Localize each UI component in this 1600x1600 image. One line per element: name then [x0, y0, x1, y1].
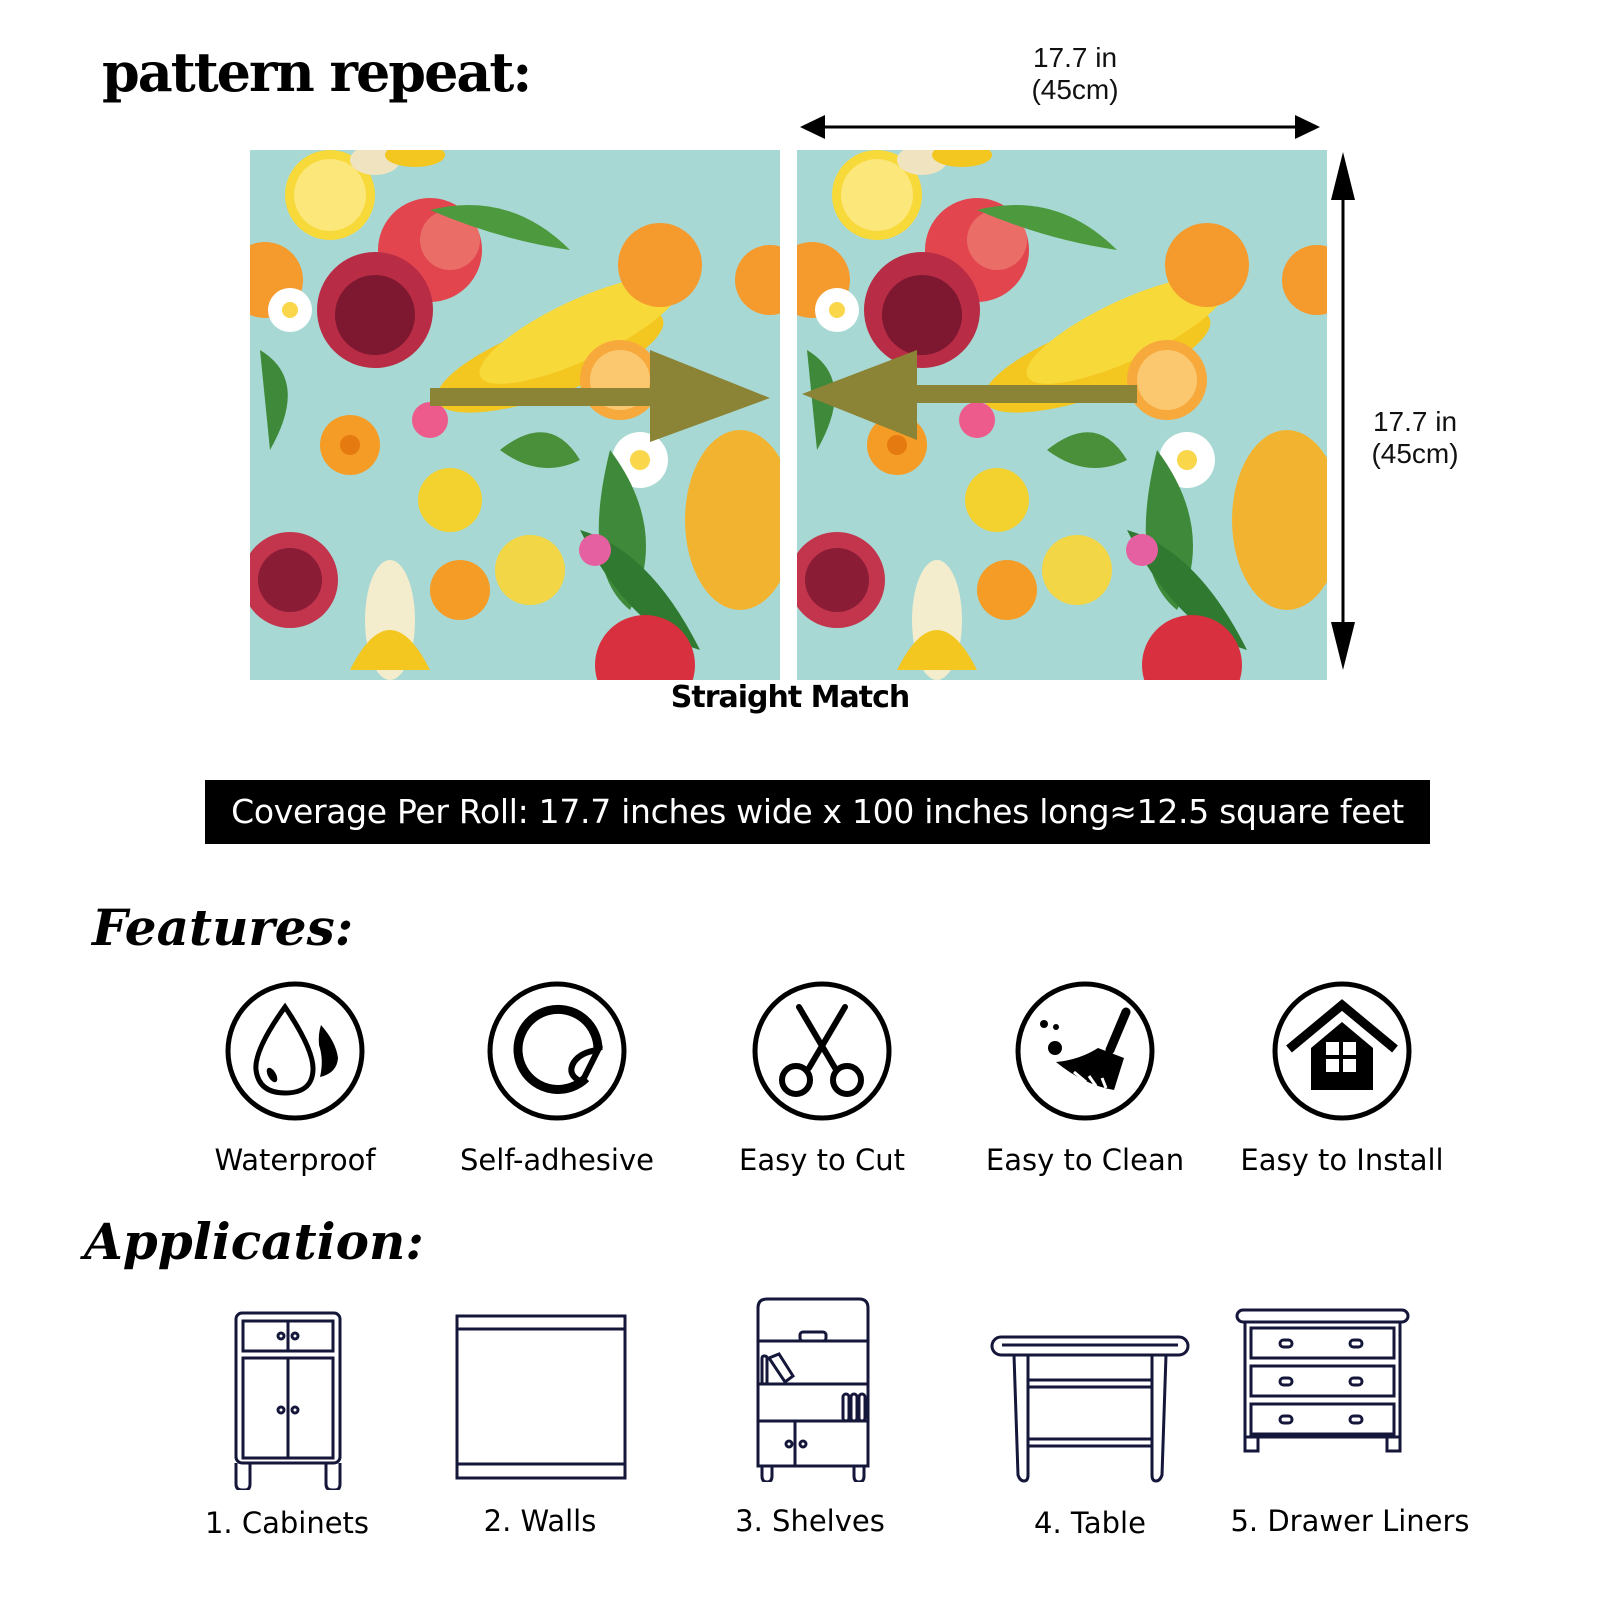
features-heading: Features: — [92, 898, 354, 957]
feature-self-adhesive: Self-adhesive — [437, 980, 677, 1177]
fruit-pattern-illustration — [250, 150, 780, 680]
application-drawer-liners: 5. Drawer Liners — [1210, 1300, 1490, 1540]
application-shelves: 3. Shelves — [670, 1290, 950, 1540]
pattern-tile-left — [250, 150, 780, 680]
application-walls: 2. Walls — [400, 1300, 680, 1540]
dresser-icon — [1235, 1308, 1410, 1453]
feature-label: Easy to Clean — [985, 1143, 1185, 1177]
table-icon — [990, 1335, 1190, 1483]
broom-icon — [1015, 981, 1155, 1121]
cabinet-icon — [234, 1311, 342, 1490]
scissors-icon — [752, 981, 892, 1121]
application-table: 4. Table — [950, 1300, 1230, 1540]
feature-label: Self-adhesive — [460, 1143, 654, 1177]
feature-easy-to-clean: Easy to Clean — [965, 980, 1205, 1177]
page-title: pattern repeat: — [102, 40, 532, 104]
height-inches: 17.7 in — [1372, 406, 1458, 437]
fruit-pattern-illustration — [797, 150, 1327, 680]
sticker-peel-icon — [487, 981, 627, 1121]
wall-icon — [455, 1314, 627, 1480]
feature-label: Easy to Cut — [739, 1143, 905, 1177]
feature-easy-to-install: Easy to Install — [1222, 980, 1462, 1177]
feature-label: Easy to Install — [1240, 1143, 1444, 1177]
application-label: 5. Drawer Liners — [1230, 1504, 1470, 1538]
feature-easy-to-cut: Easy to Cut — [702, 980, 942, 1177]
application-label: 4. Table — [1034, 1506, 1146, 1540]
shelves-icon — [756, 1297, 870, 1482]
application-heading: Application: — [84, 1212, 424, 1271]
feature-waterproof: Waterproof — [175, 980, 415, 1177]
water-drop-icon — [225, 981, 365, 1121]
height-arrow-icon — [1331, 152, 1355, 670]
application-label: 1. Cabinets — [204, 1506, 370, 1540]
width-inches: 17.7 in — [1032, 42, 1118, 73]
width-arrow-icon — [800, 115, 1320, 139]
width-dimension-label: 17.7 in (45cm) — [1000, 42, 1150, 106]
match-type-caption: Straight Match — [670, 680, 910, 715]
coverage-banner: Coverage Per Roll: 17.7 inches wide x 10… — [205, 780, 1430, 844]
height-dimension-label: 17.7 in (45cm) — [1360, 406, 1470, 470]
pattern-tile-right — [797, 150, 1327, 680]
house-icon — [1272, 981, 1412, 1121]
height-cm: (45cm) — [1371, 438, 1459, 469]
feature-label: Waterproof — [214, 1143, 376, 1177]
width-cm: (45cm) — [1031, 74, 1119, 105]
application-label: 3. Shelves — [735, 1504, 885, 1538]
application-label: 2. Walls — [483, 1504, 597, 1538]
application-cabinets: 1. Cabinets — [147, 1300, 427, 1540]
